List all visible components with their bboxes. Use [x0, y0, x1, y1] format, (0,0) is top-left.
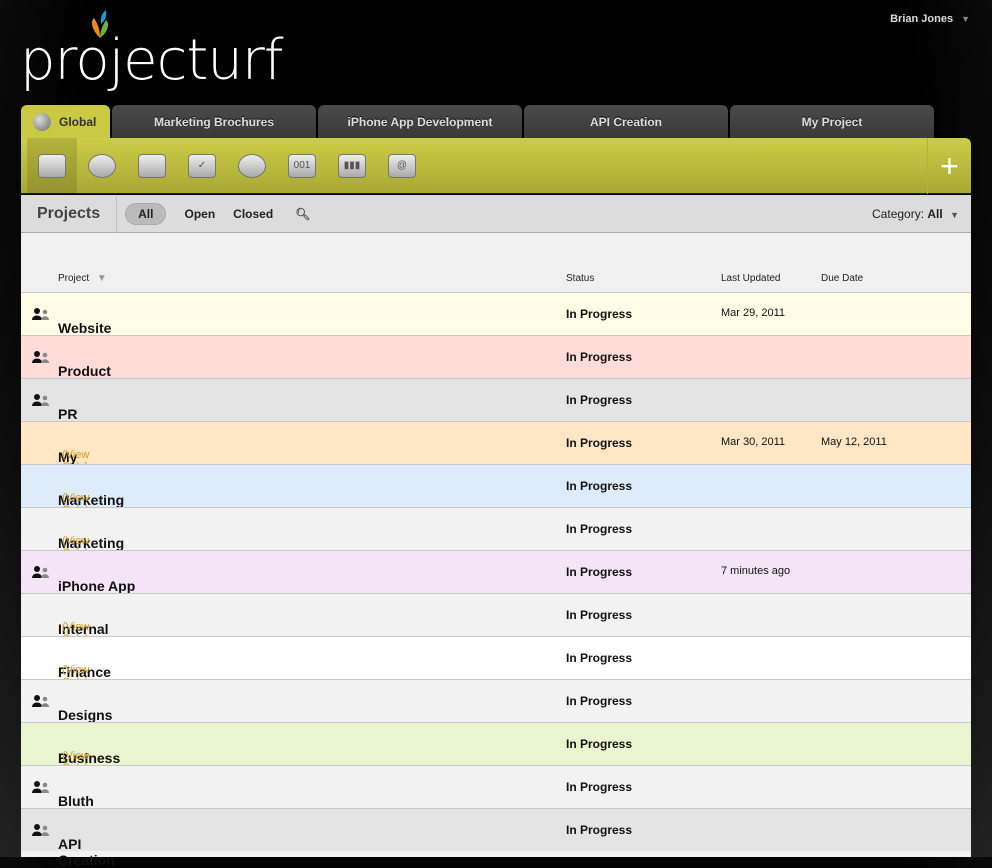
project-tabs: Global Marketing Brochures iPhone App De…: [21, 105, 934, 138]
page-title: Projects: [21, 194, 118, 233]
alarm-clock-icon: [238, 153, 266, 178]
project-link[interactable]: Website: [58, 320, 111, 336]
filter-closed[interactable]: Closed: [233, 207, 273, 221]
tasks-checklist-icon: ✓: [188, 153, 216, 178]
column-status[interactable]: Status: [566, 273, 594, 284]
chart-icon: ▮▮▮: [338, 153, 366, 178]
module-toolbar: ✓ 001 ▮▮▮ @ +: [21, 137, 971, 194]
calendar-button[interactable]: [127, 138, 177, 194]
column-label: Project: [58, 273, 90, 284]
column-last-updated[interactable]: Last Updated: [721, 273, 781, 284]
table-row[interactable]: Product Launch PrepIn Progress: [21, 335, 971, 411]
table-row[interactable]: Bluth CompanyIn Progress: [21, 765, 971, 825]
shared-people-icon: [32, 781, 49, 793]
status: In Progress: [566, 522, 633, 536]
last-updated: Mar 29, 2011: [721, 307, 786, 319]
status: In Progress: [566, 436, 633, 450]
dashboard-button[interactable]: [77, 138, 127, 194]
logo-text: projecturf: [20, 28, 284, 93]
filter-open[interactable]: Open: [184, 207, 215, 221]
user-menu[interactable]: Brian Jones ▼: [890, 13, 970, 25]
projects-table: Project ▼ Status Last Updated Due Date W…: [21, 233, 971, 868]
table-row[interactable]: Business cards(View Only)In Progress: [21, 722, 971, 782]
filter-bar: Projects All Open Closed 🔍︎ Category: Al…: [21, 194, 971, 233]
reports-button[interactable]: ▮▮▮: [327, 138, 377, 194]
status: In Progress: [566, 479, 633, 493]
tab-api-creation[interactable]: API Creation: [524, 105, 728, 138]
column-due-date[interactable]: Due Date: [821, 273, 863, 284]
status: In Progress: [566, 780, 633, 794]
column-project[interactable]: Project ▼: [58, 273, 107, 284]
table-header: Project ▼ Status Last Updated Due Date: [21, 273, 971, 293]
tab-label: Global: [59, 114, 97, 129]
contacts-button[interactable]: @: [377, 138, 427, 194]
chevron-down-icon: ▼: [961, 14, 970, 24]
filter-all[interactable]: All: [125, 202, 167, 225]
contacts-book-icon: @: [388, 153, 416, 178]
table-row[interactable]: Designs and SketchesIn Progress: [21, 679, 971, 755]
time-button[interactable]: [227, 138, 277, 194]
briefcase-icon: [38, 153, 66, 178]
table-row[interactable]: Marketing Plan(View Only)In Progress: [21, 464, 971, 524]
tickets-button[interactable]: 001: [277, 138, 327, 194]
table-row[interactable]: My Project(View Only)In ProgressMar 30, …: [21, 421, 971, 481]
last-updated: 7 minutes ago: [721, 565, 791, 577]
logo[interactable]: projecturf: [20, 10, 284, 93]
shared-people-icon: [32, 566, 49, 578]
category-select[interactable]: Category: All ▼: [872, 207, 959, 221]
status: In Progress: [566, 823, 633, 837]
due-date: May 12, 2011: [821, 436, 887, 448]
leaf-logo-icon: [92, 10, 108, 38]
tab-global[interactable]: Global: [21, 105, 110, 138]
category-value: All: [927, 206, 943, 221]
shared-people-icon: [32, 824, 49, 836]
shared-people-icon: [32, 394, 49, 406]
dashboard-gauge-icon: [88, 153, 116, 178]
tickets-icon: 001: [288, 153, 316, 178]
table-row[interactable]: Finance P&L(View Only)In Progress: [21, 636, 971, 696]
status: In Progress: [566, 608, 633, 622]
projects-button[interactable]: [27, 137, 77, 194]
table-row[interactable]: Website In Progress Mar 29, 2011: [21, 292, 971, 336]
user-name: Brian Jones: [890, 13, 954, 25]
chevron-down-icon: ▼: [950, 209, 959, 220]
status: In Progress: [566, 737, 633, 751]
calendar-icon: [138, 153, 166, 178]
status: In Progress: [566, 694, 633, 708]
category-label: Category:: [872, 206, 925, 221]
last-updated: Mar 30, 2011: [721, 436, 786, 448]
tab-iphone-app-development[interactable]: iPhone App Development: [318, 105, 522, 138]
status: In Progress: [566, 565, 633, 579]
table-row[interactable]: iPhone App DevelopmentIn Progress7 minut…: [21, 550, 971, 610]
table-row[interactable]: API Creation In Progress: [21, 808, 971, 868]
status: In Progress: [566, 651, 633, 665]
tab-my-project[interactable]: My Project: [730, 105, 934, 138]
shared-people-icon: [32, 351, 49, 363]
shared-people-icon: [32, 695, 49, 707]
table-row[interactable]: PR CampaignsIn Progress: [21, 378, 971, 438]
tasks-button[interactable]: ✓: [177, 138, 227, 194]
project-link[interactable]: API Creation: [58, 836, 115, 868]
sort-icon: ▼: [96, 273, 107, 284]
status: In Progress: [566, 393, 633, 407]
globe-icon: [33, 112, 51, 131]
status: In Progress: [566, 307, 633, 321]
table-row[interactable]: Marketing Brochures(View Only)In Progres…: [21, 507, 971, 567]
status: In Progress: [566, 350, 633, 364]
table-row[interactable]: Internal Policies(View Only)In Progress: [21, 593, 971, 653]
shared-people-icon: [32, 308, 49, 320]
search-icon[interactable]: 🔍︎: [295, 207, 310, 221]
tab-marketing-brochures[interactable]: Marketing Brochures: [112, 105, 316, 138]
add-button[interactable]: +: [927, 138, 971, 194]
